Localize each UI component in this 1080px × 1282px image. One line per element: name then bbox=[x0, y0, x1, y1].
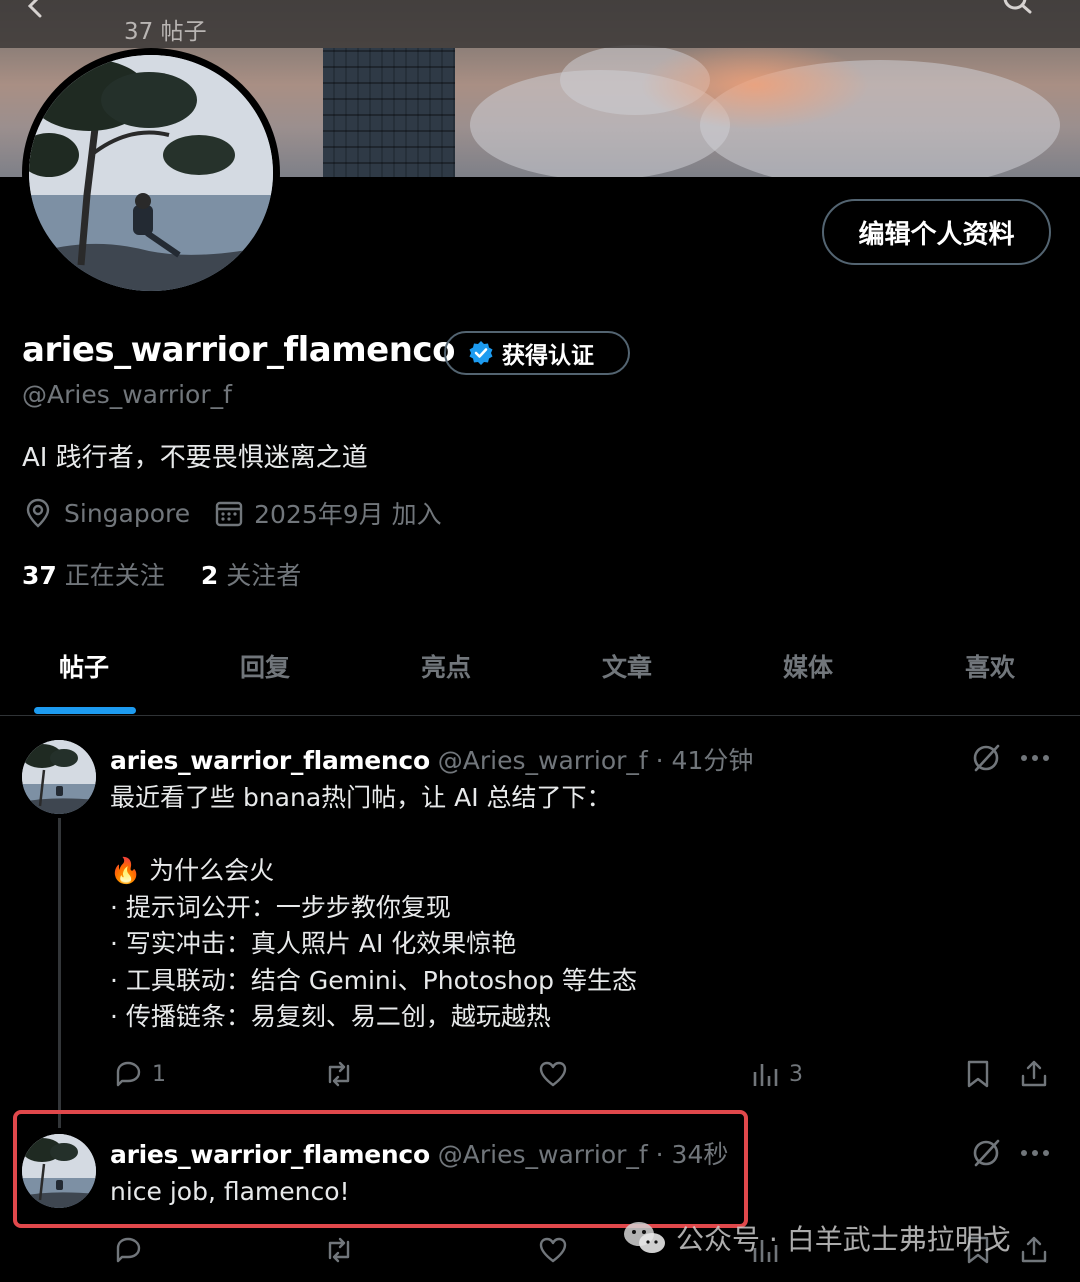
bookmark-button[interactable] bbox=[964, 1058, 992, 1090]
search-icon[interactable] bbox=[1000, 0, 1034, 18]
top-bar: 37 帖子 bbox=[0, 0, 1080, 48]
more-options-icon[interactable] bbox=[1020, 753, 1050, 763]
profile-avatar[interactable] bbox=[22, 48, 280, 298]
post-line: · 提示词公开：一步步教你复现 bbox=[110, 892, 451, 922]
reply-icon bbox=[116, 1237, 141, 1263]
tab-articles[interactable]: 文章 bbox=[602, 648, 652, 684]
profile-bio: AI 践行者，不要畏惧迷离之道 bbox=[22, 443, 368, 473]
edit-profile-button[interactable]: 编辑个人资料 bbox=[822, 199, 1051, 265]
tab-likes[interactable]: 喜欢 bbox=[965, 648, 1015, 684]
profile-tabs: 帖子 回复 亮点 文章 媒体 喜欢 bbox=[0, 630, 1080, 716]
share-button[interactable] bbox=[1019, 1234, 1049, 1266]
tab-posts[interactable]: 帖子 bbox=[59, 648, 109, 684]
reply-count: 1 bbox=[152, 1061, 166, 1087]
location-text: Singapore bbox=[64, 498, 191, 528]
heart-icon bbox=[539, 1237, 567, 1263]
post-author-name[interactable]: aries_warrior_flamenco bbox=[110, 746, 430, 775]
following-link[interactable]: 37 正在关注 bbox=[22, 556, 165, 592]
repost-button[interactable] bbox=[322, 1234, 356, 1266]
followers-count: 2 bbox=[200, 561, 219, 590]
followers-label: 关注者 bbox=[226, 561, 302, 590]
back-arrow-icon[interactable] bbox=[22, 0, 52, 18]
active-tab-indicator bbox=[34, 707, 136, 714]
heart-icon bbox=[539, 1061, 567, 1087]
views-button[interactable]: 3 bbox=[751, 1058, 803, 1090]
post-line: 最近看了些 bnana热门帖，让 AI 总结了下： bbox=[110, 783, 612, 812]
more-options-icon[interactable] bbox=[1020, 1148, 1050, 1158]
thread-connector-line bbox=[58, 818, 61, 1128]
like-button[interactable] bbox=[537, 1058, 569, 1090]
joined-item: 2025年9月 加入 bbox=[214, 495, 442, 531]
followers-link[interactable]: 2 关注者 bbox=[201, 556, 301, 592]
reply-icon bbox=[116, 1061, 141, 1087]
banner-building bbox=[323, 48, 455, 177]
post-line bbox=[110, 817, 637, 854]
profile-handle: @Aries_warrior_f bbox=[22, 380, 232, 409]
post-avatar[interactable] bbox=[22, 740, 96, 814]
verified-badge-icon bbox=[469, 341, 493, 365]
wechat-logo-icon bbox=[624, 1222, 665, 1253]
follow-stats: 37 正在关注 2 关注者 bbox=[22, 556, 337, 592]
post-count: 37 帖子 bbox=[124, 19, 207, 45]
reply-button[interactable] bbox=[112, 1234, 144, 1266]
views-chart-icon bbox=[753, 1064, 778, 1086]
following-count: 37 bbox=[22, 561, 57, 590]
tab-highlights[interactable]: 亮点 bbox=[421, 648, 471, 684]
repost-button[interactable] bbox=[322, 1058, 356, 1090]
get-verified-label: 获得认证 bbox=[502, 343, 594, 369]
tab-media[interactable]: 媒体 bbox=[783, 648, 833, 684]
get-verified-button[interactable]: 获得认证 bbox=[444, 331, 630, 375]
post-line: · 工具联动：结合 Gemini、Photoshop 等生态 bbox=[110, 965, 637, 995]
watermark-text: 公众号 · 白羊武士弗拉明戈 bbox=[676, 1223, 1011, 1256]
reply-button[interactable]: 1 bbox=[112, 1058, 166, 1090]
highlight-annotation-box bbox=[13, 1110, 748, 1228]
banner-sunset-glow bbox=[640, 40, 870, 130]
calendar-icon bbox=[215, 501, 243, 527]
tab-replies[interactable]: 回复 bbox=[240, 648, 290, 684]
grok-icon[interactable] bbox=[970, 742, 1002, 774]
post-line: · 传播链条：易复刻、易二创，越玩越热 bbox=[110, 1002, 551, 1031]
wechat-watermark: 公众号 · 白羊武士弗拉明戈 bbox=[622, 1218, 1011, 1258]
bookmark-icon bbox=[967, 1060, 989, 1088]
location-pin-icon bbox=[26, 498, 50, 528]
share-icon bbox=[1021, 1060, 1047, 1087]
location-item: Singapore bbox=[22, 497, 190, 529]
share-icon bbox=[1021, 1236, 1047, 1263]
share-button[interactable] bbox=[1019, 1058, 1049, 1090]
profile-display-name: aries_warrior_flamenco bbox=[22, 330, 455, 370]
post-author-meta: @Aries_warrior_f · 41分钟 bbox=[437, 746, 754, 775]
post-line: 🔥 为什么会火 bbox=[110, 853, 637, 890]
view-count: 3 bbox=[789, 1061, 803, 1087]
avatar-image bbox=[22, 740, 96, 814]
post-body: 最近看了些 bnana热门帖，让 AI 总结了下： 🔥 为什么会火 · 提示词公… bbox=[110, 780, 637, 1036]
post-line: · 写实冲击：真人照片 AI 化效果惊艳 bbox=[110, 929, 517, 958]
post-header: aries_warrior_flamenco @Aries_warrior_f … bbox=[110, 741, 753, 777]
profile-meta: Singapore 2025年9月 加入 bbox=[22, 495, 466, 531]
avatar-image bbox=[29, 55, 273, 291]
repost-icon bbox=[328, 1237, 350, 1263]
joined-text: 2025年9月 加入 bbox=[254, 500, 442, 529]
post-line-text: 为什么会火 bbox=[149, 856, 275, 885]
fire-emoji: 🔥 bbox=[110, 856, 142, 885]
grok-icon[interactable] bbox=[970, 1137, 1002, 1169]
repost-icon bbox=[328, 1061, 350, 1087]
like-button[interactable] bbox=[537, 1234, 569, 1266]
following-label: 正在关注 bbox=[64, 561, 165, 590]
